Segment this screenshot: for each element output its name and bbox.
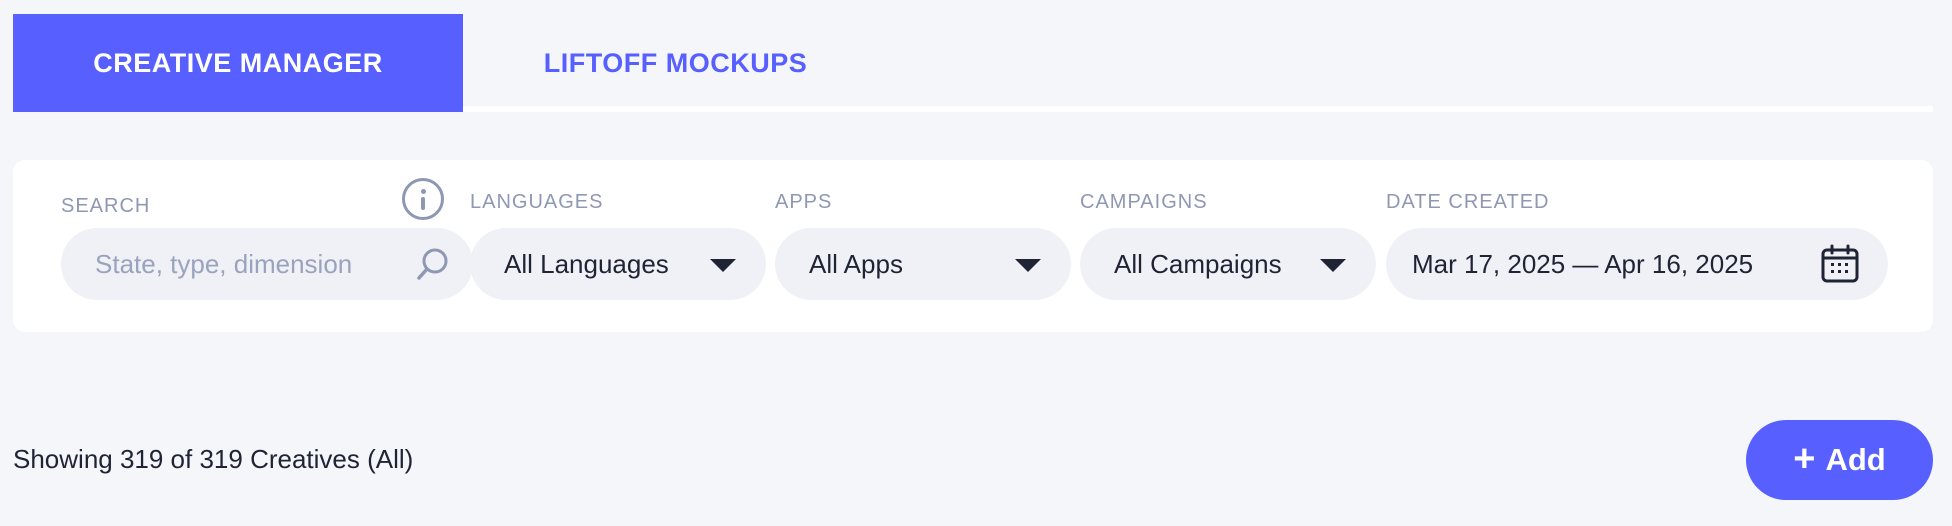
languages-label: LANGUAGES <box>470 191 604 213</box>
tab-liftoff-mockups[interactable]: LIFTOFF MOCKUPS <box>463 14 888 112</box>
search-icon[interactable] <box>415 246 451 282</box>
campaigns-select[interactable]: All Campaigns <box>1080 228 1376 300</box>
add-button[interactable]: + Add <box>1746 420 1933 500</box>
date-range-picker[interactable]: Mar 17, 2025 — Apr 16, 2025 <box>1386 228 1888 300</box>
results-summary: Showing 319 of 319 Creatives (All) <box>13 444 414 474</box>
info-icon[interactable] <box>402 178 444 220</box>
search-label: SEARCH <box>61 195 151 217</box>
languages-value: All Languages <box>504 248 669 279</box>
apps-value: All Apps <box>809 248 903 279</box>
campaigns-value: All Campaigns <box>1114 248 1282 279</box>
tab-creative-manager[interactable]: CREATIVE MANAGER <box>13 14 463 112</box>
languages-select[interactable]: All Languages <box>470 228 766 300</box>
date-range-value: Mar 17, 2025 — Apr 16, 2025 <box>1412 248 1754 279</box>
caret-down-icon <box>1320 259 1346 272</box>
campaigns-label: CAMPAIGNS <box>1080 191 1208 213</box>
apps-label: APPS <box>775 191 833 213</box>
tab-bar: CREATIVE MANAGER LIFTOFF MOCKUPS <box>13 14 1933 112</box>
plus-icon: + <box>1793 437 1816 480</box>
caret-down-icon <box>710 259 736 272</box>
caret-down-icon <box>1015 259 1041 272</box>
apps-select[interactable]: All Apps <box>775 228 1071 300</box>
filter-panel: SEARCH LANGUAGES All Languages APPS All … <box>13 160 1933 332</box>
search-field[interactable] <box>61 228 473 300</box>
add-button-label: Add <box>1825 442 1886 477</box>
calendar-icon[interactable] <box>1820 244 1860 284</box>
date-created-label: DATE CREATED <box>1386 191 1550 213</box>
search-input[interactable] <box>95 248 385 280</box>
